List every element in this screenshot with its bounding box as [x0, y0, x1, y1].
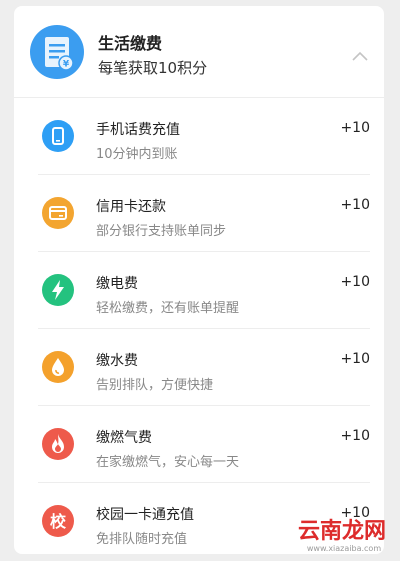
section-title: 生活缴费 — [98, 34, 163, 53]
item-description: 免排队随时充值 — [96, 532, 188, 547]
item-title: 信用卡还款 — [96, 199, 166, 215]
credit-card-icon — [42, 197, 74, 229]
item-description: 10分钟内到账 — [96, 147, 178, 162]
list-item-electricity-bill[interactable]: 缴电费 轻松缴费，还有账单提醒 +10 — [38, 252, 370, 329]
phone-icon — [42, 120, 74, 152]
item-points: +10 — [340, 274, 370, 290]
water-drop-icon — [42, 351, 74, 383]
item-title: 缴电费 — [96, 276, 138, 292]
item-description: 在家缴燃气，安心每一天 — [96, 455, 240, 470]
item-points: +10 — [340, 351, 370, 367]
life-payment-card: ¥ 生活缴费 每笔获取10积分 手机话费充值 10分钟内到账 +10 信用卡还款… — [14, 6, 384, 554]
list-item-gas-bill[interactable]: 缴燃气费 在家缴燃气，安心每一天 +10 — [38, 406, 370, 483]
campus-card-glyph: 校 — [50, 512, 67, 531]
chevron-up-icon[interactable] — [352, 46, 368, 61]
section-subtitle: 每笔获取10积分 — [98, 59, 208, 77]
item-title: 校园一卡通充值 — [96, 507, 194, 523]
item-points: +10 — [340, 120, 370, 136]
item-description: 部分银行支持账单同步 — [96, 224, 227, 239]
section-header[interactable]: ¥ 生活缴费 每笔获取10积分 — [14, 6, 384, 98]
item-points: +10 — [340, 505, 370, 521]
item-points: +10 — [340, 197, 370, 213]
item-description: 告别排队，方便快捷 — [96, 378, 214, 393]
bill-document-icon: ¥ — [30, 25, 84, 79]
list-item-credit-card-repayment[interactable]: 信用卡还款 部分银行支持账单同步 +10 — [38, 175, 370, 252]
lightning-icon — [42, 274, 74, 306]
svg-text:¥: ¥ — [63, 60, 70, 70]
list-item-campus-card-recharge[interactable]: 校 校园一卡通充值 免排队随时充值 +10 — [38, 483, 370, 554]
list-item-mobile-recharge[interactable]: 手机话费充值 10分钟内到账 +10 — [38, 98, 370, 175]
flame-icon — [42, 428, 74, 460]
campus-card-icon: 校 — [42, 505, 74, 537]
item-title: 缴水费 — [96, 353, 138, 369]
payment-list: 手机话费充值 10分钟内到账 +10 信用卡还款 部分银行支持账单同步 +10 — [14, 98, 384, 554]
item-title: 缴燃气费 — [96, 430, 152, 446]
list-item-water-bill[interactable]: 缴水费 告别排队，方便快捷 +10 — [38, 329, 370, 406]
item-points: +10 — [340, 428, 370, 444]
item-title: 手机话费充值 — [96, 122, 180, 138]
item-description: 轻松缴费，还有账单提醒 — [96, 301, 240, 316]
